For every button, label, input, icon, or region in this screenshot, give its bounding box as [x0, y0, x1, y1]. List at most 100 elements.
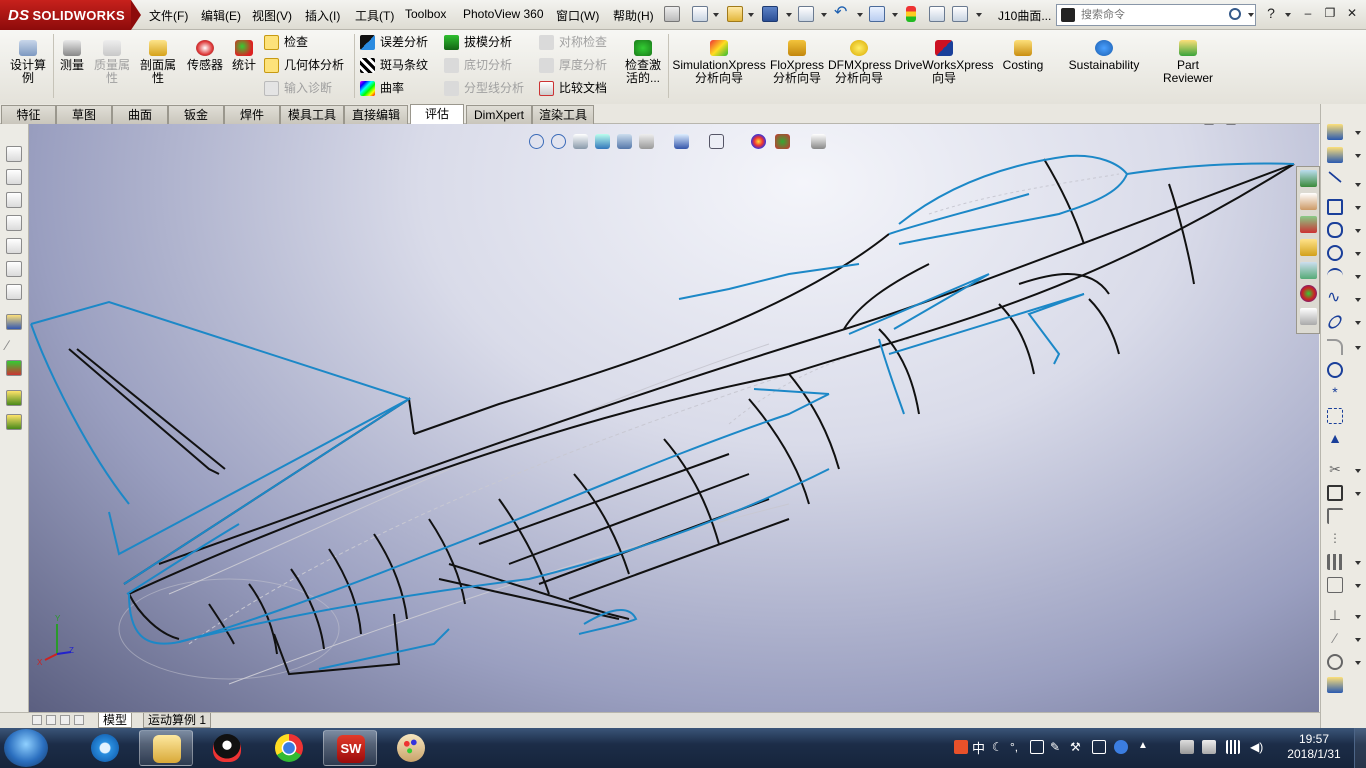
sketch-icon[interactable] [6, 314, 22, 330]
help-button[interactable]: ? [1263, 6, 1279, 20]
tab-render-tools[interactable]: 渲染工具 [532, 105, 594, 124]
import-diagnostics-button[interactable]: 输入诊断 [262, 78, 332, 98]
rapid-sketch-icon[interactable] [1327, 677, 1343, 693]
dropdown-icon[interactable] [1355, 661, 1361, 665]
rectangle-tool-icon[interactable] [1327, 199, 1343, 215]
power-icon[interactable] [1202, 740, 1216, 754]
relations-icon[interactable] [6, 360, 22, 376]
wrench-icon[interactable]: ✎ [1050, 740, 1064, 754]
next-tab-icon[interactable] [60, 715, 70, 725]
prev-tab-icon[interactable] [46, 715, 56, 725]
parting-line-analysis-button[interactable]: 分型线分析 [442, 78, 524, 98]
home-icon[interactable] [1300, 193, 1317, 210]
menu-toolbox[interactable]: Toolbox [405, 7, 446, 21]
taskbar-qq[interactable] [200, 730, 254, 766]
dropdown-icon[interactable] [1355, 229, 1361, 233]
design-study-button[interactable]: 设计算例 [6, 34, 50, 85]
menu-edit[interactable]: 编辑(E) [201, 7, 241, 24]
pin-icon[interactable] [664, 6, 680, 22]
dropdown-icon[interactable] [1355, 492, 1361, 496]
print-dropdown-icon[interactable] [821, 13, 827, 17]
first-tab-icon[interactable] [32, 715, 42, 725]
show-desktop-button[interactable] [1354, 728, 1366, 768]
menu-window[interactable]: 窗口(W) [556, 7, 599, 24]
tab-motion-study-1[interactable]: 运动算例 1 [143, 713, 212, 728]
dropdown-icon[interactable] [1355, 252, 1361, 256]
last-tab-icon[interactable] [74, 715, 84, 725]
tab-model[interactable]: 模型 [98, 713, 133, 728]
start-button[interactable] [4, 729, 48, 767]
tab-weldments[interactable]: 焊件 [224, 105, 280, 124]
thickness-analysis-button[interactable]: 厚度分析 [537, 55, 607, 75]
taskbar-ie[interactable] [78, 730, 132, 766]
open-folder-icon[interactable] [727, 6, 743, 22]
quick-snaps-icon[interactable] [1327, 654, 1343, 670]
deviation-analysis-button[interactable]: 误差分析 [358, 32, 428, 52]
rebuild-traffic-light-icon[interactable] [906, 6, 916, 22]
dropdown-icon[interactable] [1355, 469, 1361, 473]
mirror-entities-icon[interactable]: ⋮ [1327, 531, 1343, 547]
ime-mode-label[interactable]: 中 [972, 738, 985, 757]
solidworks-resources-icon[interactable] [1300, 170, 1317, 187]
help-dropdown-icon[interactable] [1285, 13, 1291, 17]
slot-tool-icon[interactable] [1327, 222, 1343, 238]
dropdown-icon[interactable] [1355, 638, 1361, 642]
dfmxpress-button[interactable]: DFMXpress 分析向导 [828, 34, 891, 85]
menu-file[interactable]: 文件(F) [149, 7, 188, 24]
smart-dimension-icon[interactable]: ∕ [6, 337, 22, 353]
tab-features[interactable]: 特征 [1, 105, 56, 124]
undo-icon[interactable]: ↶ [834, 5, 850, 22]
smart-dimension-tool-icon[interactable] [1327, 147, 1343, 163]
restore-button[interactable]: ❐ [1322, 6, 1338, 20]
command-search-box[interactable] [1056, 4, 1256, 26]
undercut-analysis-button[interactable]: 底切分析 [442, 55, 512, 75]
draft-analysis-button[interactable]: 拔模分析 [442, 32, 512, 52]
menu-tools[interactable]: 工具(T) [355, 7, 394, 24]
simulationxpress-button[interactable]: SimulationXpress 分析向导 [672, 34, 766, 85]
taskbar-solidworks[interactable]: SW [323, 730, 377, 766]
tab-evaluate[interactable]: 评估 [410, 104, 464, 124]
symmetry-check-button[interactable]: 对称检查 [537, 32, 607, 52]
dropdown-icon[interactable] [1355, 183, 1361, 187]
file-properties-icon[interactable] [929, 6, 945, 22]
graphics-area[interactable]: ◫ ◧ – ❐ ✕ [29, 124, 1319, 712]
ellipse-tool-icon[interactable] [1325, 312, 1345, 332]
dropdown-icon[interactable] [1355, 615, 1361, 619]
menu-photoview[interactable]: PhotoView 360 [463, 7, 544, 21]
minimize-button[interactable]: – [1300, 6, 1316, 20]
view-top-icon[interactable] [6, 238, 22, 254]
dropdown-icon[interactable] [1355, 206, 1361, 210]
search-input[interactable] [1081, 7, 1231, 23]
view-back-icon[interactable] [6, 169, 22, 185]
zebra-stripes-button[interactable]: 斑马条纹 [358, 55, 428, 75]
linear-pattern-icon[interactable] [1327, 554, 1343, 570]
view-left-icon[interactable] [6, 192, 22, 208]
taskbar-paint[interactable] [384, 730, 438, 766]
driveworksxpress-button[interactable]: DriveWorksXpress 向导 [894, 34, 994, 85]
dropdown-icon[interactable] [1355, 275, 1361, 279]
check-button[interactable]: 检查 [262, 32, 308, 52]
search-icon[interactable] [1229, 8, 1241, 20]
circle-tool-icon[interactable] [1327, 245, 1343, 261]
construction-geometry-icon[interactable] [1327, 408, 1343, 424]
new-document-icon[interactable] [692, 6, 708, 22]
print-icon[interactable] [798, 6, 814, 22]
tab-sheet-metal[interactable]: 钣金 [168, 105, 224, 124]
tab-direct-editing[interactable]: 直接编辑 [344, 105, 408, 124]
curvature-button[interactable]: 曲率 [358, 78, 404, 98]
sensor-button[interactable]: 传感器 [183, 34, 227, 72]
plane-tool-icon[interactable]: ▲ [1327, 431, 1343, 447]
floxpress-button[interactable]: FloXpress 分析向导 [769, 34, 825, 85]
mass-properties-button[interactable]: 质量属性 [90, 34, 134, 85]
menu-view[interactable]: 视图(V) [252, 7, 292, 24]
dropdown-icon[interactable] [1355, 584, 1361, 588]
design-library-icon[interactable] [1300, 216, 1317, 233]
file-explorer-icon[interactable] [1300, 239, 1317, 256]
point-tool-icon[interactable]: * [1327, 385, 1343, 401]
dropdown-icon[interactable] [1355, 321, 1361, 325]
dropdown-icon[interactable] [1355, 154, 1361, 158]
sketch-tool-icon[interactable] [1327, 124, 1343, 140]
appearances-icon[interactable] [1300, 285, 1317, 302]
show-hidden-icons[interactable]: ▲ [1138, 740, 1152, 754]
save-icon[interactable] [762, 6, 778, 22]
